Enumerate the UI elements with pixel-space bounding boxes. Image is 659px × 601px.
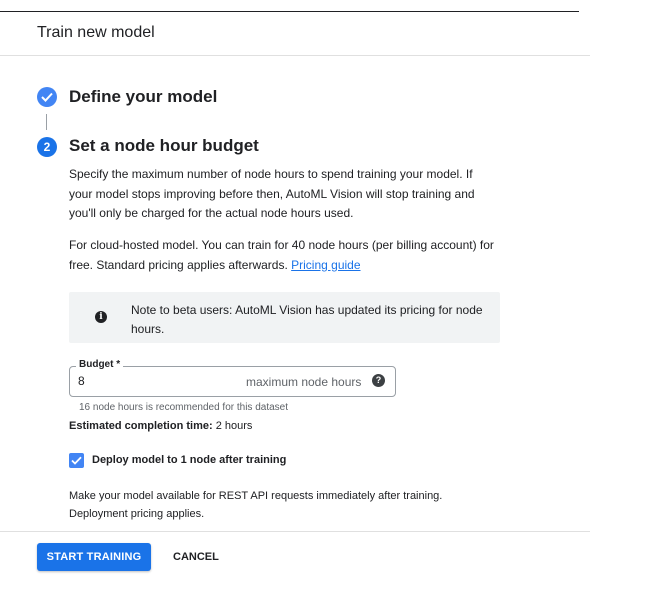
step-define-model[interactable]: Define your model (69, 87, 217, 107)
budget-hint: 16 node hours is recommended for this da… (79, 402, 289, 413)
budget-description: Specify the maximum number of node hours… (69, 167, 475, 220)
top-divider (0, 11, 579, 12)
step-number-badge: 2 (37, 137, 57, 157)
step-connector (46, 114, 47, 130)
budget-suffix: maximum node hours (246, 375, 362, 389)
deploy-description: Make your model available for REST API r… (69, 490, 443, 520)
budget-field-label: Budget * (76, 359, 124, 370)
estimate-label: Estimated completion time: (69, 420, 213, 432)
cloud-pricing-body: For cloud-hosted model. You can train fo… (69, 238, 494, 272)
beta-note-banner: i Note to beta users: AutoML Vision has … (69, 292, 500, 343)
deploy-checkbox[interactable] (69, 453, 84, 468)
cancel-button[interactable]: CANCEL (163, 543, 229, 571)
estimate-value: 2 hours (215, 420, 253, 432)
info-icon: i (95, 311, 107, 323)
help-icon[interactable]: ? (372, 374, 385, 387)
budget-field[interactable]: Budget * maximum node hours ? (69, 359, 396, 397)
footer-divider (0, 531, 590, 532)
header-divider (0, 55, 590, 56)
pricing-guide-link[interactable]: Pricing guide (291, 258, 360, 272)
step-node-budget: Set a node hour budget (69, 136, 259, 155)
start-training-button[interactable]: START TRAINING (37, 543, 151, 571)
check-circle-icon (37, 87, 57, 107)
budget-input[interactable] (78, 371, 218, 391)
deploy-checkbox-label[interactable]: Deploy model to 1 node after training (92, 454, 286, 466)
cloud-pricing-text: For cloud-hosted model. You can train fo… (69, 236, 499, 275)
beta-note-text: Note to beta users: AutoML Vision has up… (131, 303, 483, 336)
estimated-completion: Estimated completion time: 2 hours (69, 420, 252, 432)
dialog-title: Train new model (37, 24, 155, 41)
